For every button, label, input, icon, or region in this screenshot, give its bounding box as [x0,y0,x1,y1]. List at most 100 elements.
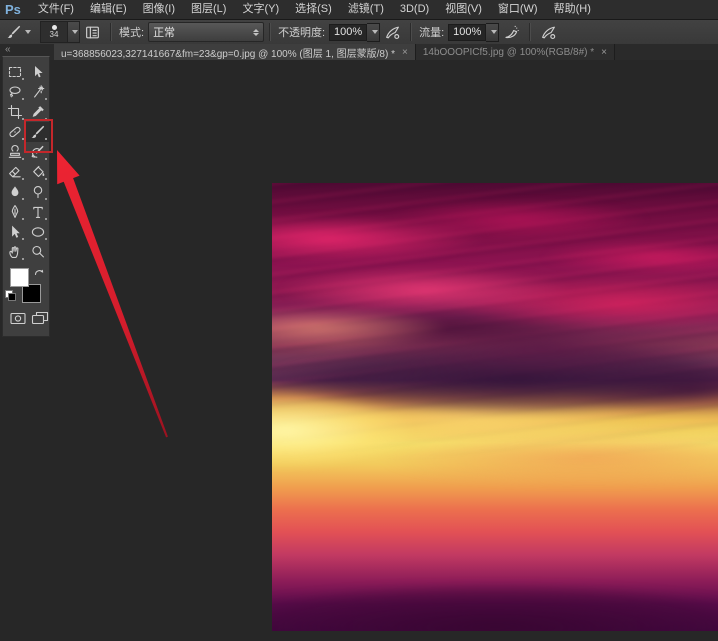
tool-magic-wand[interactable] [26,82,49,102]
healing-brush-icon [8,126,21,138]
close-icon[interactable]: × [402,47,408,58]
menu-3d[interactable]: 3D(D) [392,0,437,19]
document-tab-active[interactable]: u=368856023,327141667&fm=23&gp=0.jpg @ 1… [54,44,416,60]
tool-paint-bucket[interactable] [26,162,49,182]
menu-select[interactable]: 选择(S) [287,0,340,19]
opacity-label: 不透明度: [278,27,326,39]
eraser-icon [8,166,21,178]
tool-brush[interactable] [26,122,49,142]
subtool-dot-icon [45,198,47,200]
flow-dropdown[interactable] [486,22,500,42]
subtool-dot-icon [22,238,24,240]
path-selection-arrow-icon [11,225,20,238]
toggle-brush-panel-button[interactable] [84,24,101,41]
zoom-magnifier-icon [31,245,44,258]
tablet-pressure-opacity-button[interactable] [384,24,401,41]
photoshop-window: Ps 文件(F) 编辑(E) 图像(I) 图层(L) 文字(Y) 选择(S) 滤… [0,0,718,641]
opacity-field[interactable]: 100% [329,22,381,42]
blend-mode-value: 正常 [153,27,176,39]
chevron-down-icon [25,30,31,34]
tool-pen[interactable] [3,202,26,222]
chevron-down-icon [371,30,378,34]
blur-drop-icon [11,186,18,197]
spinner-icon [253,28,260,36]
brush-tool-icon [7,25,21,38]
menu-filter[interactable]: 滤镜(T) [340,0,392,19]
blend-mode-select[interactable]: 正常 [148,22,265,42]
pen-pressure-icon [386,26,400,39]
brush-preset-preview[interactable]: 34 [40,21,68,43]
tab-title: u=368856023,327141667&fm=23&gp=0.jpg @ 1… [61,48,395,60]
divider [269,23,272,41]
subtool-dot-icon [22,178,24,180]
tool-zoom[interactable] [26,242,49,262]
subtool-dot-icon [22,98,24,100]
tool-blur[interactable] [3,182,26,202]
subtool-dot-icon [45,98,47,100]
flow-value[interactable]: 100% [448,23,487,41]
opacity-dropdown[interactable] [367,22,381,42]
flow-field[interactable]: 100% [448,22,500,42]
swap-colors-icon[interactable] [33,266,45,284]
foreground-color-swatch[interactable] [10,268,29,287]
menu-layer[interactable]: 图层(L) [183,0,234,19]
type-tool-icon [32,206,43,218]
tool-grid [3,62,49,262]
flow-label: 流量: [419,27,445,39]
dodge-icon [33,186,42,199]
tool-spot-healing-brush[interactable] [3,122,26,142]
tool-history-brush[interactable] [26,142,49,162]
subtool-dot-icon [22,118,24,120]
tool-dodge[interactable] [26,182,49,202]
tool-path-selection[interactable] [3,222,26,242]
move-tool-icon [34,66,43,78]
menu-help[interactable]: 帮助(H) [546,0,599,19]
brush-preset-dropdown[interactable] [68,21,80,43]
menu-file[interactable]: 文件(F) [30,0,82,19]
tools-panel-collapse-button[interactable]: « [5,44,10,55]
tool-horizontal-type[interactable] [26,202,49,222]
brush-tool-icon [31,125,44,138]
tool-crop[interactable] [3,102,26,122]
tablet-pressure-size-button[interactable] [540,24,557,41]
tool-lasso[interactable] [3,82,26,102]
menu-window[interactable]: 窗口(W) [490,0,546,19]
tool-move[interactable] [26,62,49,82]
lasso-icon [8,86,21,98]
mode-label: 模式: [119,27,145,39]
close-icon[interactable]: × [601,47,607,58]
tool-rectangular-marquee[interactable] [3,62,26,82]
quick-mask-button[interactable] [9,311,27,331]
chevron-down-icon [490,30,497,34]
airbrush-icon [505,25,519,38]
menu-type[interactable]: 文字(Y) [234,0,287,19]
brush-preset-widget[interactable]: 34 [34,21,80,43]
rectangular-marquee-icon [8,66,21,78]
cloud-blobs-layer [272,183,718,631]
tab-title: 14bOOOPICf5.jpg @ 100%(RGB/8#) * [422,46,595,58]
opacity-value[interactable]: 100% [329,23,368,41]
subtool-dot-icon [45,178,47,180]
tool-eyedropper[interactable] [26,102,49,122]
crop-icon [7,104,22,120]
screen-mode-button[interactable] [30,310,50,332]
subtool-dot-icon [22,158,24,160]
default-colors-icon[interactable] [5,290,16,301]
subtool-dot-icon [45,238,47,240]
tool-clone-stamp[interactable] [3,142,26,162]
tool-eraser[interactable] [3,162,26,182]
menu-edit[interactable]: 编辑(E) [82,0,135,19]
document-canvas[interactable] [272,183,718,631]
tool-hand[interactable] [3,242,26,262]
airbrush-button[interactable] [503,24,520,41]
subtool-dot-icon [22,78,24,80]
tool-ellipse-shape[interactable] [26,222,49,242]
menu-image[interactable]: 图像(I) [135,0,183,19]
menu-view[interactable]: 视图(V) [437,0,490,19]
divider [410,23,413,41]
tool-preset-picker[interactable] [0,24,34,40]
document-tab-inactive[interactable]: 14bOOOPICf5.jpg @ 100%(RGB/8#) * × [415,44,616,60]
photoshop-logo: Ps [5,2,21,17]
brush-panel-icon [86,26,99,38]
eyedropper-icon [32,106,44,117]
